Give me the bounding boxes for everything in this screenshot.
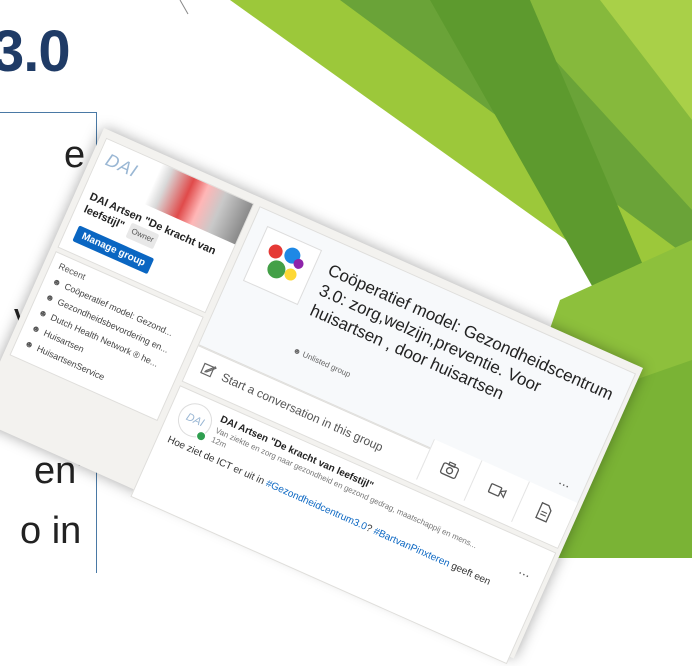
group-icon: ☻ (50, 275, 64, 289)
more-options-icon[interactable]: ... (557, 472, 574, 491)
edit-icon (200, 362, 217, 378)
camera-icon (439, 461, 460, 479)
slide-text-fragment: o in (20, 510, 82, 552)
dai-logo: DAI (102, 149, 141, 182)
post-more-icon[interactable]: ... (517, 561, 534, 580)
slide-text-fragment: e (64, 134, 86, 176)
video-icon (487, 483, 508, 499)
logo-dot-red (266, 242, 285, 261)
post-text-part: geeft een (446, 559, 492, 588)
slide-rule (179, 0, 189, 15)
recent-list: ☻Coöperatief model: Gezond... ☻Gezondhei… (20, 276, 192, 415)
document-icon (535, 501, 552, 523)
logo-dot-purple (291, 257, 306, 271)
visibility-text: Unlisted group (301, 349, 352, 380)
group-logo (242, 225, 323, 306)
slide-title: 3.0 (0, 19, 71, 84)
unlisted-label: ☻ Unlisted group (291, 346, 352, 380)
